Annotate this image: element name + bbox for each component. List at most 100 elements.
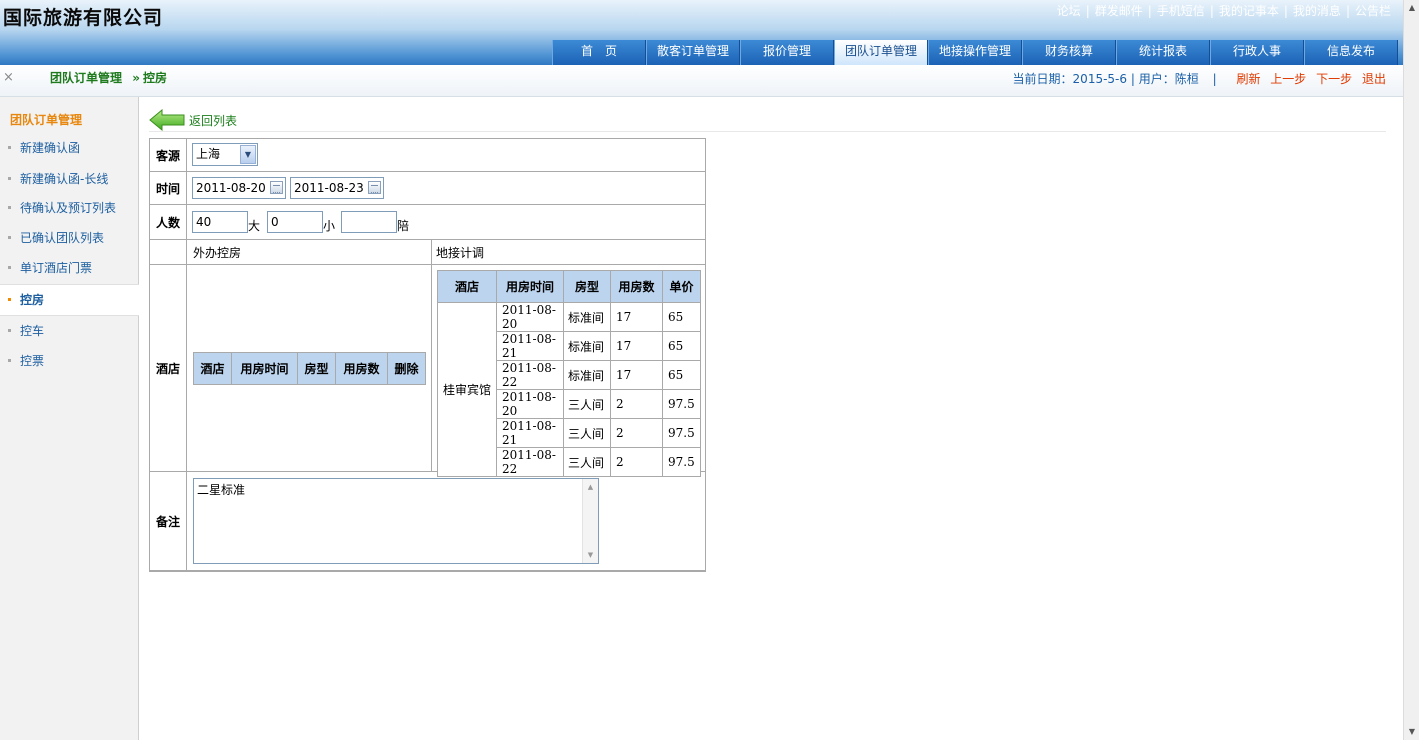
sidebar-item-vehicle-control[interactable]: 控车 <box>0 316 139 346</box>
scroll-down-icon[interactable]: ▼ <box>1405 724 1419 740</box>
nav-tab-home[interactable]: 首 页 <box>552 40 646 65</box>
back-bar: 返回列表 <box>149 108 1386 132</box>
room-type-cell: 三人间 <box>563 418 611 448</box>
top-link-mass-mail[interactable]: 群发邮件 <box>1095 4 1143 18</box>
scroll-down-icon[interactable]: ▼ <box>584 548 597 562</box>
column-header: 用房时间 <box>231 352 298 385</box>
start-date-input[interactable]: 2011-08-20 <box>192 177 286 199</box>
sidebar-item-new-confirmation[interactable]: 新建确认函 <box>0 133 139 163</box>
price-cell: 97.5 <box>662 389 701 419</box>
separator: | <box>1283 4 1288 18</box>
top-link-messages[interactable]: 我的消息 <box>1293 4 1341 18</box>
date-label: 当前日期： <box>1012 72 1073 86</box>
sidebar-item-confirmed-groups[interactable]: 已确认团队列表 <box>0 223 139 253</box>
column-header: 用房数 <box>335 352 388 385</box>
people-label: 人数 <box>150 205 187 239</box>
room-count-cell: 17 <box>610 331 663 361</box>
nav-tab-individual-orders[interactable]: 散客订单管理 <box>646 40 740 65</box>
page-scrollbar[interactable]: ▲ ▼ <box>1403 0 1419 740</box>
sidebar-item-ticket-control[interactable]: 控票 <box>0 346 139 376</box>
source-select-value: 上海 <box>196 147 221 161</box>
sub-bar: × 团队订单管理 » 控房 当前日期：2015-5-6 | 用户：陈桓 | 刷新 … <box>0 65 1403 97</box>
adults-input[interactable]: 40 <box>192 211 248 233</box>
nav-tab-ground-ops[interactable]: 地接操作管理 <box>928 40 1022 65</box>
room-count-cell: 17 <box>610 360 663 390</box>
table-header-row: 酒店 用房时间 房型 用房数 单价 <box>437 270 701 303</box>
source-select[interactable]: 上海 ▼ <box>192 143 258 166</box>
back-to-list-link[interactable]: 返回列表 <box>189 112 237 129</box>
children-unit: 小 <box>323 219 336 233</box>
people-row: 人数 40 大 0 小 陪 <box>150 205 705 240</box>
sidebar: 团队订单管理 新建确认函 新建确认函-长线 待确认及预订列表 已确认团队列表 单… <box>0 97 139 740</box>
date-cell: 2011-08-21 <box>496 331 564 361</box>
end-date-value: 2011-08-23 <box>294 181 364 195</box>
close-icon[interactable]: × <box>3 70 14 85</box>
user-name: 陈桓 <box>1174 72 1199 86</box>
prev-step-link[interactable]: 上一步 <box>1270 72 1306 86</box>
price-cell: 65 <box>662 302 701 332</box>
column-header: 房型 <box>563 270 611 303</box>
nav-tab-quotes[interactable]: 报价管理 <box>740 40 834 65</box>
source-label: 客源 <box>150 139 187 171</box>
logout-link[interactable]: 退出 <box>1362 72 1386 86</box>
back-arrow-icon[interactable] <box>149 109 185 131</box>
separator: | <box>1085 4 1090 18</box>
breadcrumb-parent[interactable]: 团队订单管理 <box>50 71 122 85</box>
top-link-forum[interactable]: 论坛 <box>1057 4 1081 18</box>
next-step-link[interactable]: 下一步 <box>1316 72 1352 86</box>
company-name: 国际旅游有限公司 <box>3 7 164 29</box>
hotel-row: 酒店 酒店 用房时间 房型 用房数 删除 酒店 用房时间 房型 用房数 单价 桂… <box>150 265 705 477</box>
top-links: 论坛 | 群发邮件 | 手机短信 | 我的记事本 | 我的消息 | 公告栏 <box>1057 2 1391 19</box>
room-count-cell: 2 <box>610 418 663 448</box>
sidebar-item-label: 新建确认函-长线 <box>20 172 109 186</box>
sidebar-item-hotel-tickets[interactable]: 单订酒店门票 <box>0 253 139 283</box>
divider <box>431 265 432 472</box>
bullet-icon <box>8 206 11 209</box>
nav-tab-reports[interactable]: 统计报表 <box>1116 40 1210 65</box>
calendar-icon[interactable] <box>368 181 381 194</box>
top-link-sms[interactable]: 手机短信 <box>1157 4 1205 18</box>
status-area: 当前日期：2015-5-6 | 用户：陈桓 | 刷新 上一步 下一步 退出 <box>1013 70 1386 87</box>
sidebar-item-new-confirmation-long[interactable]: 新建确认函-长线 <box>0 164 139 194</box>
end-date-input[interactable]: 2011-08-23 <box>290 177 384 199</box>
table-row: 桂审宾馆 2011-08-20 标准间 17 65 <box>437 302 701 477</box>
price-cell: 65 <box>662 331 701 361</box>
calendar-icon[interactable] <box>270 181 283 194</box>
remark-textarea[interactable]: 二星标准 ▲ ▼ <box>193 478 599 564</box>
nav-tab-hr[interactable]: 行政人事 <box>1210 40 1304 65</box>
sidebar-item-pending-list[interactable]: 待确认及预订列表 <box>0 193 139 223</box>
escort-input[interactable] <box>341 211 397 233</box>
separator: | <box>1130 72 1135 86</box>
separator: | <box>1212 72 1217 86</box>
column-header: 酒店 <box>193 352 232 385</box>
remark-text: 二星标准 <box>197 483 246 497</box>
children-input[interactable]: 0 <box>267 211 323 233</box>
bullet-icon <box>8 146 11 149</box>
price-cell: 97.5 <box>662 418 701 448</box>
top-link-bulletin[interactable]: 公告栏 <box>1355 4 1391 18</box>
column-header: 用房数 <box>610 270 663 303</box>
adults-value: 40 <box>196 215 212 229</box>
sidebar-item-label: 控票 <box>20 354 45 368</box>
scroll-up-icon[interactable]: ▲ <box>584 480 597 494</box>
top-link-notebook[interactable]: 我的记事本 <box>1219 4 1279 18</box>
room-count-cell: 2 <box>610 389 663 419</box>
divider <box>431 240 432 265</box>
app-header: 国际旅游有限公司 论坛 | 群发邮件 | 手机短信 | 我的记事本 | 我的消息 | 公告栏 首 页… <box>0 0 1403 65</box>
column-header: 用房时间 <box>496 270 564 303</box>
room-count-cell: 17 <box>610 302 663 332</box>
chevron-down-icon: ▼ <box>240 145 256 164</box>
textarea-scrollbar[interactable]: ▲ ▼ <box>582 479 598 563</box>
nav-tab-finance[interactable]: 财务核算 <box>1022 40 1116 65</box>
nav-tab-group-orders[interactable]: 团队订单管理 <box>834 40 928 65</box>
nav-tab-publish[interactable]: 信息发布 <box>1304 40 1398 65</box>
sidebar-title: 团队订单管理 <box>10 113 83 127</box>
refresh-link[interactable]: 刷新 <box>1236 72 1260 86</box>
sidebar-item-label: 新建确认函 <box>20 141 81 155</box>
column-header: 房型 <box>297 352 336 385</box>
remark-label: 备注 <box>150 472 187 571</box>
outsource-section-title: 外办控房 <box>193 246 242 260</box>
date-cell: 2011-08-22 <box>496 360 564 390</box>
sidebar-item-room-control[interactable]: 控房 <box>0 284 139 316</box>
scroll-up-icon[interactable]: ▲ <box>1405 0 1419 16</box>
